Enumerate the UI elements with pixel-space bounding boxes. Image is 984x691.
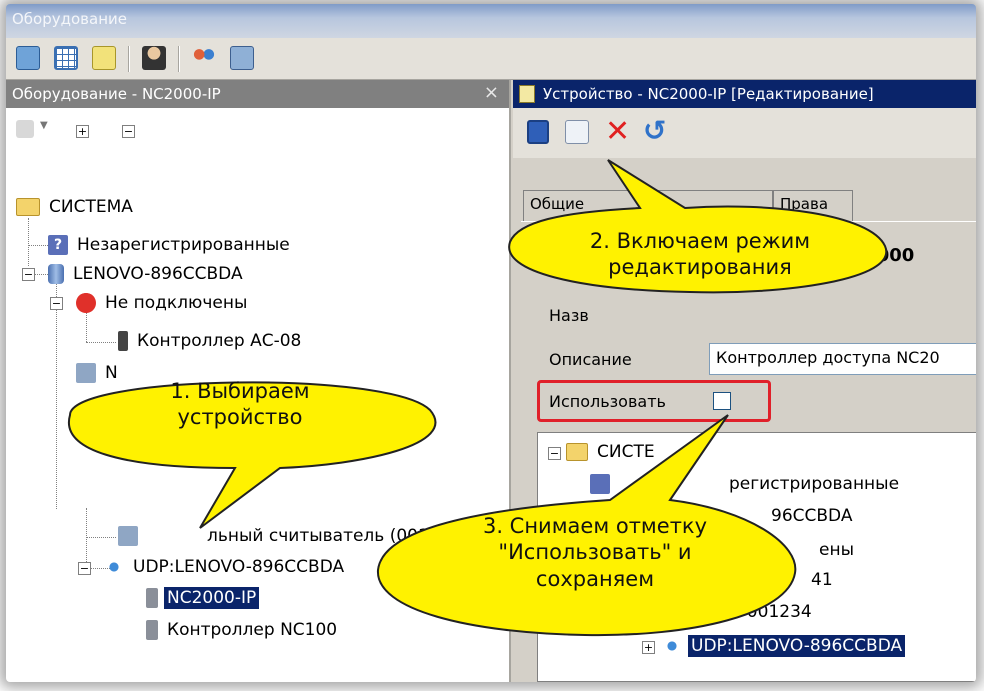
toolbar-separator [178, 46, 180, 72]
expand-node-button[interactable]: + [642, 641, 655, 654]
add-device-icon[interactable] [16, 120, 34, 138]
callout-step1-text: 1. Выбираем устройство [125, 378, 355, 431]
expand-all-button[interactable]: + [76, 125, 89, 138]
equipment-panel-toolbar: ▼ + − [6, 108, 509, 154]
users-group-icon[interactable] [192, 46, 216, 70]
delete-icon[interactable]: ✕ [605, 114, 630, 149]
tree-node-controller-ac08[interactable]: Контроллер АС-08 [118, 328, 304, 354]
tree-node-not-connected[interactable]: Не подключены [76, 290, 250, 316]
callout-step3-line1: 3. Снимаем отметку [482, 514, 708, 538]
tree-node-label: СИСТЕМА [49, 197, 133, 217]
controller-icon [146, 588, 158, 608]
chevron-down-icon[interactable]: ▼ [40, 120, 48, 131]
device-panel-title: Устройство - NC2000-IP [Редактирование] [543, 85, 874, 103]
tree-line [86, 312, 87, 342]
tree-node-nc100[interactable]: Контроллер NC100 [146, 617, 340, 643]
callout-step3-line3: сохраняем [535, 566, 655, 591]
tree-node-label: Не подключены [105, 293, 248, 313]
edit-icon[interactable] [565, 120, 589, 144]
collapse-node-button[interactable]: − [78, 562, 91, 575]
network-icon [104, 557, 124, 577]
device-panel-header: Устройство - NC2000-IP [Редактирование] [513, 80, 976, 108]
database-icon [48, 264, 64, 284]
tree-view-icon[interactable] [16, 46, 40, 70]
notes-icon[interactable] [92, 46, 116, 70]
tree-line [28, 245, 48, 246]
toolbar-separator [128, 46, 130, 72]
document-icon [519, 85, 535, 103]
tree-node-not-connected[interactable]: ены [816, 537, 857, 563]
callout-step2-text: 2. Включаем режим редактирования [540, 228, 860, 281]
equipment-panel-header: Оборудование - NC2000-IP × [6, 80, 509, 108]
callout-step1-line2: устройство [177, 405, 303, 430]
building-icon[interactable] [230, 46, 254, 70]
tree-node-lenovo[interactable]: LENOVO-896CCBDA [48, 261, 246, 287]
tree-node-label: LENOVO-896CCBDA [73, 264, 243, 284]
callout-step2-line2: редактирования [608, 255, 792, 280]
undo-icon[interactable]: ↺ [643, 114, 666, 147]
title-bar: Оборудование [6, 4, 976, 38]
collapse-all-button[interactable]: − [122, 125, 135, 138]
callout-step3-line2: "Использовать" и [498, 540, 692, 565]
tree-node-nc2000ip[interactable]: NC2000-IP [146, 585, 260, 611]
save-icon[interactable] [527, 120, 549, 144]
collapse-node-button[interactable]: − [50, 297, 63, 310]
folder-icon [16, 198, 40, 216]
close-icon[interactable]: × [484, 82, 499, 103]
equipment-panel-title: Оборудование - NC2000-IP [12, 85, 221, 103]
callout-step2-line1: 2. Включаем режим [589, 229, 811, 253]
tree-node-label: 41 [811, 570, 833, 590]
grid-icon[interactable] [54, 46, 78, 70]
description-field[interactable]: Контроллер доступа NC20 [709, 343, 976, 375]
description-label: Описание [549, 350, 632, 369]
name-label: Назв [549, 306, 589, 325]
tree-node-udp-lenovo[interactable]: UDP:LENOVO-896CCBDA [104, 554, 347, 580]
callout-step3: 3. Снимаем отметку "Использовать" и сохр… [370, 414, 810, 640]
tree-line [28, 218, 29, 266]
no-entry-icon [76, 293, 96, 313]
tree-line [86, 342, 116, 343]
user-icon[interactable] [142, 46, 166, 70]
main-toolbar [6, 38, 976, 80]
callout-step2: 2. Включаем режим редактирования [500, 150, 900, 300]
tree-node-label: UDP:LENOVO-896CCBDA [133, 557, 345, 577]
tree-node-controller[interactable]: 41 [808, 567, 836, 593]
controller-icon [146, 620, 158, 640]
callout-step1-line1: 1. Выбираем [170, 379, 310, 403]
question-icon: ? [48, 235, 68, 255]
tree-node-label: Незарегистрированные [77, 235, 290, 255]
tree-node-label: Контроллер NC100 [167, 620, 338, 640]
callout-step3-text: 3. Снимаем отметку "Использовать" и сохр… [450, 513, 740, 592]
window-title: Оборудование [12, 10, 127, 28]
tree-node-system[interactable]: СИСТЕМА [16, 194, 136, 220]
collapse-node-button[interactable]: − [22, 268, 35, 281]
tree-node-label: NC2000-IP [164, 587, 260, 609]
controller-icon [118, 331, 128, 351]
tree-node-label: Контроллер АС-08 [137, 331, 302, 351]
tree-node-unregistered[interactable]: ? Незарегистрированные [48, 232, 293, 258]
tree-node-label: ены [819, 540, 854, 560]
